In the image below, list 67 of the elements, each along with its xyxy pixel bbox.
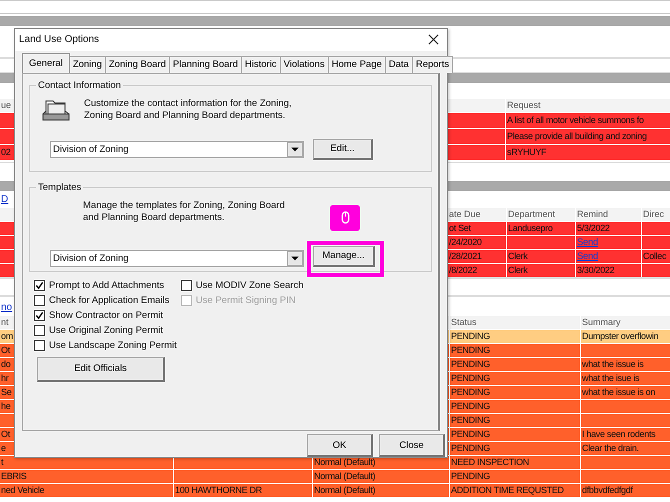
remind-date: 3/30/2022 bbox=[577, 265, 614, 275]
edit-officials-button[interactable]: Edit Officials bbox=[37, 356, 165, 382]
column-header: Summary bbox=[581, 316, 670, 329]
table-cell: /28/2021 bbox=[448, 250, 506, 263]
table-cell: A list of all motor vehicle summons fo bbox=[506, 113, 670, 128]
tab[interactable]: Reports bbox=[412, 56, 454, 73]
option-checkbox[interactable]: Use MODIV Zone Search bbox=[180, 278, 304, 293]
table-cell: /8/2022 bbox=[448, 264, 506, 277]
table-cell: Collec bbox=[642, 250, 670, 263]
table-cell: PENDING bbox=[450, 372, 580, 385]
check-icon bbox=[35, 310, 44, 320]
table-cell: Normal (Default) bbox=[313, 484, 449, 497]
table-cell: what the isue is bbox=[581, 372, 670, 385]
window-title: Land Use Options bbox=[19, 34, 100, 46]
option-checkbox[interactable]: Prompt to Add Attachments bbox=[34, 278, 177, 293]
table-cell: /24/2020 bbox=[448, 236, 506, 249]
table-cell: ADDITION TIME REQUSTED bbox=[450, 484, 580, 497]
column-header: Department bbox=[507, 208, 575, 221]
table-cell: PENDING bbox=[450, 400, 580, 413]
template-dropdown[interactable]: Division of Zoning bbox=[50, 250, 304, 268]
table-cell: EBRIS bbox=[0, 470, 173, 483]
table-cell: PENDING bbox=[450, 428, 580, 441]
table-cell: PENDING bbox=[450, 414, 580, 427]
table-cell: Please provide all building and zoning bbox=[506, 129, 670, 144]
column-header: Request bbox=[506, 99, 670, 112]
tab[interactable]: General bbox=[22, 52, 70, 73]
link[interactable]: no bbox=[1, 302, 12, 313]
table-cell: sRYHUYF bbox=[506, 145, 670, 160]
table-cell: PENDING bbox=[450, 330, 580, 343]
table-cell: PENDING bbox=[450, 442, 580, 455]
table-cell: Clerk bbox=[507, 250, 575, 263]
close-button[interactable]: Close bbox=[379, 434, 445, 457]
edit-button[interactable]: Edit... bbox=[313, 138, 373, 160]
column-header: Remind bbox=[576, 208, 641, 221]
table-cell: what the issue is bbox=[581, 358, 670, 371]
option-checkbox[interactable]: Check for Application Emails bbox=[34, 292, 177, 308]
ok-button[interactable]: OK bbox=[307, 434, 373, 457]
table-cell: PENDING bbox=[450, 470, 580, 483]
mouse-icon bbox=[340, 211, 350, 224]
table-cell: PENDING bbox=[450, 358, 580, 371]
table-cell: 100 HAWTHORNE DR bbox=[174, 484, 312, 497]
table-cell: what the issue is on bbox=[581, 386, 670, 399]
manage-button[interactable]: Manage... bbox=[313, 246, 375, 267]
remind-date: 5/3/2022 bbox=[577, 223, 610, 233]
column-header: Status bbox=[450, 316, 580, 329]
column-header: ate Due bbox=[448, 208, 506, 221]
table-cell: Dumpster overflowin bbox=[581, 330, 670, 343]
table-cell: ned Vehicle bbox=[0, 484, 173, 497]
check-icon bbox=[35, 280, 44, 290]
column-header: Direc bbox=[642, 208, 670, 221]
table-cell: PENDING bbox=[450, 386, 580, 399]
table-cell: Normal (Default) bbox=[313, 470, 449, 483]
folder-icon bbox=[42, 98, 70, 122]
table-cell: I have seen rodents bbox=[581, 428, 670, 441]
description-text: Manage the templates for Zoning, Zoning Board and Planning Board departments. bbox=[83, 200, 286, 224]
close-icon[interactable] bbox=[428, 34, 439, 46]
table-cell: ot Set bbox=[448, 222, 506, 235]
table-cell: Clerk bbox=[507, 264, 575, 277]
link[interactable]: D bbox=[1, 194, 8, 205]
table-cell: NEED INSPECTION bbox=[450, 456, 580, 469]
group-title: Contact Information bbox=[37, 80, 122, 91]
table-cell: Clear the drain. bbox=[581, 442, 670, 455]
table-cell: dfbbvdfedfgdf bbox=[581, 484, 670, 497]
table-cell: Landusepro bbox=[507, 222, 575, 235]
department-dropdown[interactable]: Division of Zoning bbox=[50, 140, 304, 158]
table-cell: PENDING bbox=[450, 344, 580, 357]
group-title: Templates bbox=[37, 182, 82, 193]
